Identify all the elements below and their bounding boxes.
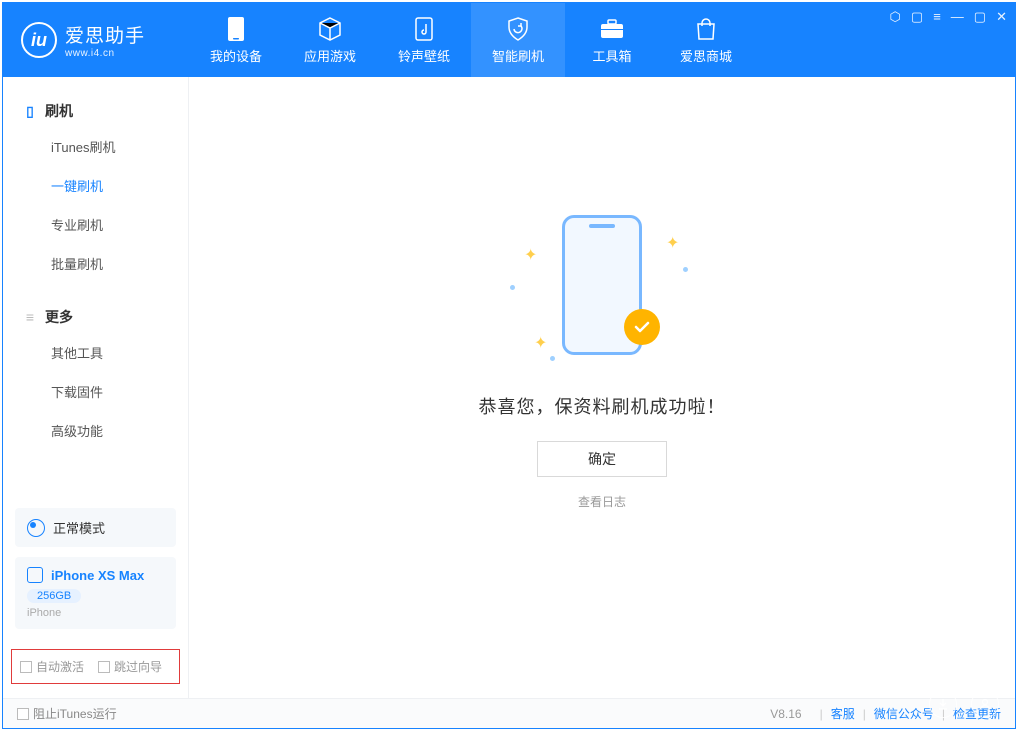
sidebar-group-flash: ▯ 刷机 — [3, 95, 188, 127]
sidebar-item-pro-flash[interactable]: 专业刷机 — [3, 205, 188, 244]
device-card[interactable]: iPhone XS Max 256GB iPhone — [15, 557, 176, 629]
options-row-highlighted: 自动激活 跳过向导 — [11, 649, 180, 684]
nav-smart-flash[interactable]: 智能刷机 — [471, 3, 565, 77]
checkbox-icon — [20, 661, 32, 673]
list-icon: ≡ — [23, 310, 37, 324]
success-illustration: ✦ ✦ ✦ — [502, 205, 702, 365]
sparkle-icon: ✦ — [666, 233, 674, 241]
sidebar-item-other-tools[interactable]: 其他工具 — [3, 333, 188, 372]
sidebar-item-batch-flash[interactable]: 批量刷机 — [3, 244, 188, 283]
sidebar-item-download-firmware[interactable]: 下载固件 — [3, 372, 188, 411]
phone-icon: ▯ — [23, 104, 37, 118]
sidebar-item-itunes-flash[interactable]: iTunes刷机 — [3, 127, 188, 166]
shirt-icon[interactable]: ⬡ — [890, 9, 901, 25]
close-icon[interactable]: ✕ — [996, 9, 1007, 25]
menu-icon[interactable]: ≡ — [933, 9, 941, 25]
body: ▯ 刷机 iTunes刷机 一键刷机 专业刷机 批量刷机 ≡ 更多 其他工具 下… — [3, 77, 1015, 698]
lock-icon[interactable]: ▢ — [911, 9, 923, 25]
sidebar-group-more: ≡ 更多 — [3, 301, 188, 333]
normal-mode-icon — [27, 519, 45, 537]
mode-card[interactable]: 正常模式 — [15, 508, 176, 547]
nav-my-device[interactable]: 我的设备 — [189, 3, 283, 77]
brand-logo-icon: iu — [21, 22, 57, 58]
cube-icon — [317, 16, 343, 42]
checkbox-block-itunes[interactable]: 阻止iTunes运行 — [17, 705, 117, 722]
brand-subtitle: www.i4.cn — [65, 48, 145, 59]
nav-toolbox[interactable]: 工具箱 — [565, 3, 659, 77]
maximize-icon[interactable]: ▢ — [974, 9, 986, 25]
version-label: V8.16 — [770, 707, 801, 721]
shield-refresh-icon — [505, 16, 531, 42]
sparkle-icon: ✦ — [524, 245, 532, 253]
checkbox-auto-activate[interactable]: 自动激活 — [20, 658, 84, 675]
sidebar-item-oneclick-flash[interactable]: 一键刷机 — [3, 166, 188, 205]
checkbox-skip-guide[interactable]: 跳过向导 — [98, 658, 162, 675]
brand-title: 爱思助手 — [65, 21, 145, 48]
checkbox-icon — [98, 661, 110, 673]
title-bar: iu 爱思助手 www.i4.cn 我的设备 应用游戏 铃声壁纸 智能刷机 — [3, 3, 1015, 77]
device-name: iPhone XS Max — [51, 568, 144, 583]
nav-ringtone-wallpaper[interactable]: 铃声壁纸 — [377, 3, 471, 77]
main-content: ✦ ✦ ✦ 恭喜您，保资料刷机成功啦！ 确定 查看日志 — [189, 77, 1015, 698]
sidebar: ▯ 刷机 iTunes刷机 一键刷机 专业刷机 批量刷机 ≡ 更多 其他工具 下… — [3, 77, 189, 698]
success-message: 恭喜您，保资料刷机成功啦！ — [479, 393, 726, 419]
top-nav: 我的设备 应用游戏 铃声壁纸 智能刷机 工具箱 爱思商城 — [189, 3, 753, 77]
nav-store[interactable]: 爱思商城 — [659, 3, 753, 77]
sparkle-icon: ✦ — [534, 333, 542, 341]
status-bar: 阻止iTunes运行 V8.16 | 客服 | 微信公众号 | 检查更新 — [3, 698, 1015, 728]
wechat-link[interactable]: 微信公众号 — [874, 705, 934, 722]
minimize-icon[interactable]: — — [951, 9, 964, 25]
check-badge-icon — [624, 309, 660, 345]
confirm-button[interactable]: 确定 — [537, 441, 667, 477]
sidebar-item-advanced[interactable]: 高级功能 — [3, 411, 188, 450]
music-note-icon — [413, 16, 435, 42]
app-window: iu 爱思助手 www.i4.cn 我的设备 应用游戏 铃声壁纸 智能刷机 — [2, 2, 1016, 729]
brand: iu 爱思助手 www.i4.cn — [3, 3, 189, 77]
view-log-link[interactable]: 查看日志 — [578, 493, 626, 510]
shopping-bag-icon — [695, 16, 717, 42]
window-controls: ⬡ ▢ ≡ — ▢ ✕ — [890, 9, 1007, 25]
device-type: iPhone — [27, 607, 164, 619]
nav-apps-games[interactable]: 应用游戏 — [283, 3, 377, 77]
support-link[interactable]: 客服 — [831, 705, 855, 722]
device-icon — [227, 16, 245, 42]
checkbox-icon — [17, 708, 29, 720]
device-capacity: 256GB — [27, 589, 81, 603]
briefcase-icon — [599, 16, 625, 42]
phone-outline-icon — [27, 567, 43, 583]
